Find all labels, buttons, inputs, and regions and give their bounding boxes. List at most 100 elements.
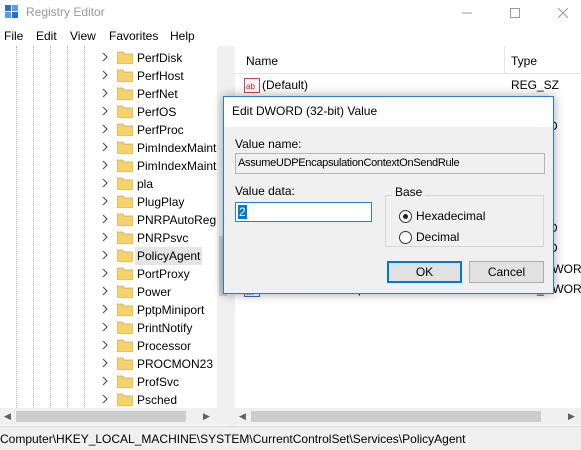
- folder-icon: [117, 141, 133, 154]
- chevron-right-icon[interactable]: [100, 286, 110, 296]
- tree-item[interactable]: PimIndexMaint: [100, 139, 229, 157]
- tree-item-label: PimIndexMaint: [137, 141, 217, 155]
- tree-item[interactable]: PerfOS: [100, 103, 229, 121]
- folder-icon: [117, 303, 133, 316]
- tree-item[interactable]: Psched: [100, 391, 229, 408]
- chevron-right-icon[interactable]: [100, 142, 110, 152]
- tree-item[interactable]: PerfHost: [100, 67, 229, 85]
- column-separator[interactable]: [504, 46, 505, 74]
- tree-item[interactable]: pla: [100, 175, 229, 193]
- window-title: Registry Editor: [26, 5, 105, 19]
- chevron-right-icon[interactable]: [100, 268, 110, 278]
- folder-icon: [117, 51, 133, 64]
- tree-item[interactable]: PlugPlay: [100, 193, 229, 211]
- tree-guide-line: [33, 46, 34, 408]
- tree-item[interactable]: Processor: [100, 337, 229, 355]
- folder-icon: [117, 357, 133, 370]
- list-row[interactable]: ab (Default) REG_SZ: [235, 75, 581, 95]
- decimal-radio[interactable]: [399, 231, 412, 244]
- tree-item[interactable]: PROCMON23: [100, 355, 229, 373]
- chevron-right-icon[interactable]: [100, 376, 110, 386]
- folder-icon: [117, 195, 133, 208]
- tree-item-label: PptpMiniport: [137, 303, 205, 317]
- minimize-button[interactable]: [444, 0, 490, 26]
- hexadecimal-label[interactable]: Hexadecimal: [416, 209, 485, 223]
- cancel-button[interactable]: Cancel: [469, 261, 544, 283]
- close-button[interactable]: [540, 0, 581, 26]
- chevron-right-icon[interactable]: [100, 340, 110, 350]
- tree-item[interactable]: PerfDisk: [100, 49, 229, 67]
- value-name-field: AssumeUDPEncapsulationContextOnSendRule: [235, 153, 545, 174]
- tree-item[interactable]: PerfNet: [100, 85, 229, 103]
- tree-item[interactable]: PortProxy: [100, 265, 229, 283]
- chevron-right-icon[interactable]: [100, 52, 110, 62]
- chevron-right-icon[interactable]: [100, 322, 110, 332]
- chevron-right-icon[interactable]: [100, 394, 110, 404]
- tree-item-label: Processor: [137, 339, 192, 353]
- chevron-right-icon[interactable]: [100, 304, 110, 314]
- tree-item[interactable]: PptpMiniport: [100, 301, 229, 319]
- ok-button[interactable]: OK: [387, 261, 462, 283]
- scroll-left-arrow-icon[interactable]: ◀: [239, 411, 246, 422]
- registry-path: Computer\HKEY_LOCAL_MACHINE\SYSTEM\Curre…: [0, 432, 466, 446]
- tree-item-label: Psched: [137, 393, 178, 407]
- chevron-right-icon[interactable]: [100, 214, 110, 224]
- tree-item-label: PolicyAgent: [135, 247, 203, 265]
- tree-item[interactable]: PNRPAutoReg: [100, 211, 229, 229]
- value-data-input[interactable]: 2: [235, 202, 372, 222]
- tree-item[interactable]: Power: [100, 283, 229, 301]
- tree-item[interactable]: ProfSvc: [100, 373, 229, 391]
- chevron-right-icon[interactable]: [100, 232, 110, 242]
- folder-icon: [117, 249, 133, 262]
- chevron-right-icon[interactable]: [100, 160, 110, 170]
- tree-item-label: PerfHost: [137, 69, 184, 83]
- column-header-type[interactable]: Type: [511, 54, 537, 68]
- hexadecimal-radio[interactable]: [399, 210, 412, 223]
- menu-help[interactable]: Help: [170, 29, 195, 43]
- menu-edit[interactable]: Edit: [36, 29, 57, 43]
- chevron-right-icon[interactable]: [100, 88, 110, 98]
- tree-guide-line: [67, 46, 68, 408]
- tree-item[interactable]: PolicyAgent: [100, 247, 229, 265]
- folder-icon: [117, 339, 133, 352]
- tree-item[interactable]: PimIndexMaint: [100, 157, 229, 175]
- chevron-right-icon[interactable]: [100, 106, 110, 116]
- folder-icon: [117, 177, 133, 190]
- chevron-right-icon[interactable]: [100, 196, 110, 206]
- tree-item[interactable]: PrintNotify: [100, 319, 229, 337]
- scroll-right-arrow-icon[interactable]: ▶: [203, 411, 210, 422]
- list-horizontal-scrollbar[interactable]: ◀ ▶: [235, 408, 581, 425]
- column-header-name[interactable]: Name: [246, 54, 278, 68]
- chevron-right-icon[interactable]: [100, 178, 110, 188]
- menu-favorites[interactable]: Favorites: [109, 29, 158, 43]
- dialog-title: Edit DWORD (32-bit) Value: [232, 104, 378, 118]
- folder-icon: [117, 87, 133, 100]
- menu-file[interactable]: File: [4, 29, 23, 43]
- value-type: REG_SZ: [511, 78, 560, 92]
- tree-hscroll-thumb[interactable]: [16, 411, 186, 422]
- base-label: Base: [392, 185, 426, 199]
- tree-horizontal-scrollbar[interactable]: ◀ ▶: [0, 408, 229, 425]
- chevron-right-icon[interactable]: [100, 124, 110, 134]
- tree-guide-line: [50, 46, 51, 408]
- svg-text:ab: ab: [246, 82, 255, 91]
- maximize-button[interactable]: [492, 0, 538, 26]
- value-name-label: Value name:: [235, 137, 302, 151]
- list-hscroll-thumb[interactable]: [251, 411, 541, 422]
- close-icon: [558, 8, 568, 18]
- chevron-right-icon[interactable]: [100, 358, 110, 368]
- list-header: Name Type: [235, 46, 581, 74]
- value-name: (Default): [262, 78, 309, 92]
- tree-guide-line: [84, 46, 85, 408]
- scroll-right-arrow-icon[interactable]: ▶: [568, 411, 575, 422]
- chevron-right-icon[interactable]: [100, 70, 110, 80]
- menu-view[interactable]: View: [70, 29, 96, 43]
- chevron-right-icon[interactable]: [100, 250, 110, 260]
- registry-tree[interactable]: PerfDisk PerfHost PerfNet PerfOS PerfProc Pim…: [0, 46, 229, 408]
- decimal-label[interactable]: Decimal: [416, 230, 459, 244]
- scroll-left-arrow-icon[interactable]: ◀: [4, 411, 11, 422]
- tree-item[interactable]: PerfProc: [100, 121, 229, 139]
- tree-item-label: PROCMON23: [137, 357, 214, 371]
- tree-item[interactable]: PNRPsvc: [100, 229, 229, 247]
- tree-guide-line: [16, 46, 17, 408]
